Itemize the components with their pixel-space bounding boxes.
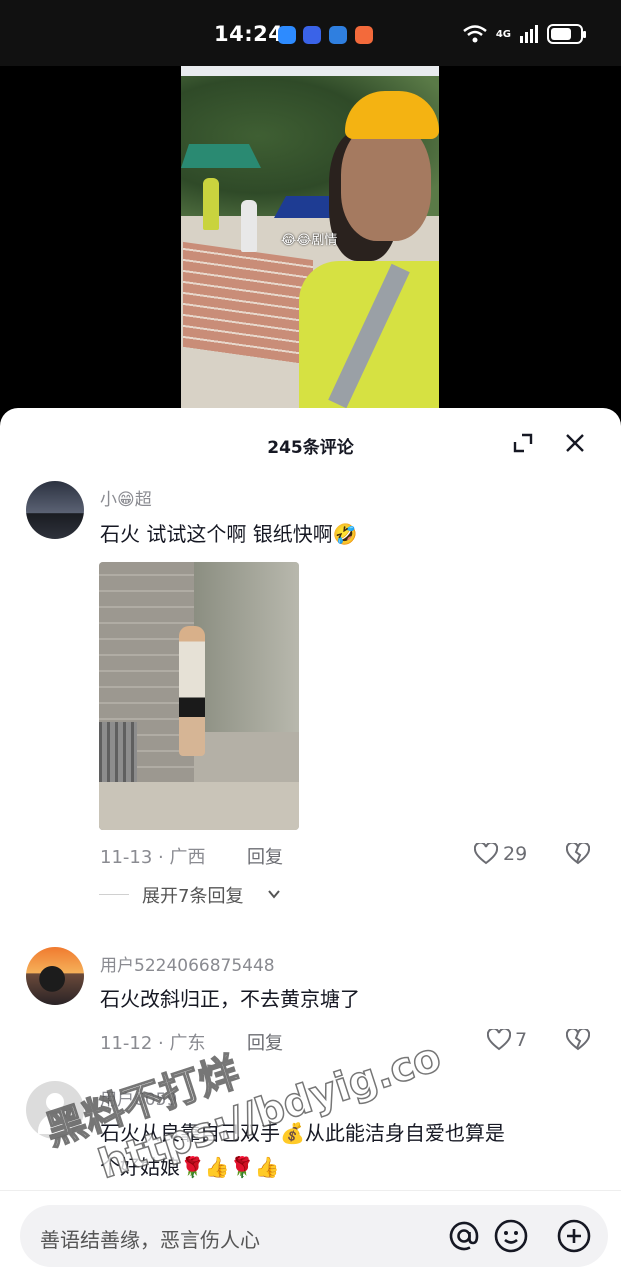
avatar[interactable] <box>26 1081 84 1139</box>
comment-username[interactable]: 用户5224066875448 <box>100 951 275 976</box>
comment-input[interactable]: 善语结善缘，恶言伤人心 <box>20 1205 608 1267</box>
broken-heart-icon[interactable] <box>566 843 590 865</box>
status-bar: 14:24 4G <box>0 0 621 66</box>
comment-text: 石火从良靠自己双手💰从此能洁身自爱也算是 <box>100 1121 505 1145</box>
comment-text-continued: 个好姑娘🌹👍🌹👍 <box>100 1155 280 1179</box>
comment-date-location: 11-13 · 广西 <box>100 847 206 868</box>
emoji-icon[interactable] <box>493 1218 529 1254</box>
comment-image[interactable] <box>99 562 299 830</box>
comment-username[interactable]: 小😁超 <box>100 485 152 510</box>
status-indicators: 4G <box>462 24 586 44</box>
chevron-down-icon <box>268 890 280 899</box>
add-icon[interactable] <box>556 1218 592 1254</box>
shield-app-icon <box>278 26 296 44</box>
blue-app-icon <box>303 26 321 44</box>
reply-button[interactable]: 回复 <box>247 1029 283 1055</box>
broken-heart-icon[interactable] <box>566 1029 590 1051</box>
video-player[interactable]: 😂😂剧情 <box>0 66 621 411</box>
expand-icon[interactable] <box>512 432 534 454</box>
expand-replies-label: 展开7条回复 <box>142 886 244 907</box>
comment-input-bar: 善语结善缘，恶言伤人心 <box>0 1190 621 1280</box>
like-count: 29 <box>503 843 528 865</box>
status-time: 14:24 <box>214 22 284 46</box>
comment-date-location: 11-12 · 广东 <box>100 1033 206 1054</box>
divider <box>99 894 129 895</box>
wifi-icon <box>463 25 487 43</box>
expand-replies-button[interactable]: 展开7条回复 <box>99 880 399 910</box>
comment-input-placeholder: 善语结善缘，恶言伤人心 <box>40 1228 260 1252</box>
reply-button[interactable]: 回复 <box>247 843 283 869</box>
video-frame: 😂😂剧情 <box>181 66 439 411</box>
signal-icon <box>520 25 538 43</box>
comment-text: 石火改斜归正，不去黄京塘了 <box>100 987 360 1011</box>
video-caption: 😂😂剧情 <box>281 233 338 248</box>
globe-app-icon <box>329 26 347 44</box>
battery-icon <box>547 24 586 44</box>
network-type-label: 4G <box>495 28 511 40</box>
heart-icon[interactable] <box>474 843 498 865</box>
avatar[interactable] <box>26 947 84 1005</box>
orange-app-icon <box>355 26 373 44</box>
heart-icon[interactable] <box>487 1029 511 1051</box>
avatar[interactable] <box>26 481 84 539</box>
comment-text: 石火 试试这个啊 银纸快啊🤣 <box>100 522 358 546</box>
comment-username[interactable]: 用户6059 <box>100 1085 177 1110</box>
mention-icon[interactable] <box>446 1218 482 1254</box>
like-count: 7 <box>515 1029 528 1051</box>
close-icon[interactable] <box>564 432 586 454</box>
